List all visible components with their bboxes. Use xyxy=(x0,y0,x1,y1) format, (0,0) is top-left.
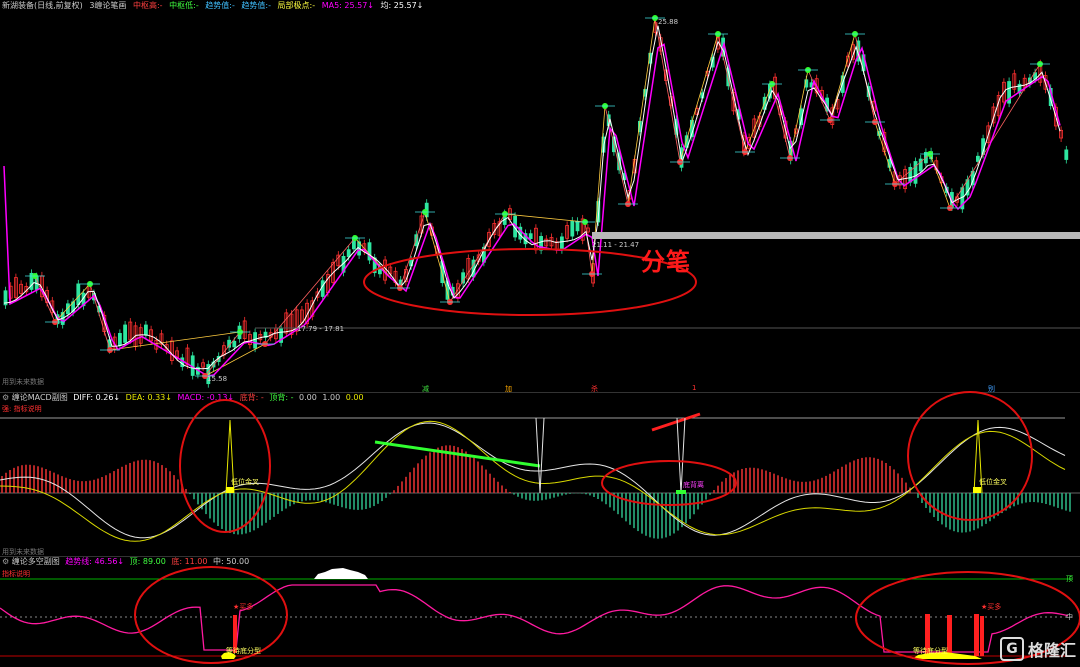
ls-v1: 趋势线: 46.56↓ xyxy=(65,557,125,566)
zigzag-segment xyxy=(949,63,1041,209)
ls-sub: 指标说明 xyxy=(2,570,30,578)
ls-future-note: 用到未来数据 xyxy=(2,548,44,556)
zigzag-segment xyxy=(89,283,111,351)
candle-body xyxy=(976,155,980,162)
zigzag-lines xyxy=(34,17,1041,377)
legend-item-4: 趋势值:- xyxy=(241,1,271,10)
legend-ma: MA5: 25.57↓ xyxy=(321,1,374,10)
divergence-line xyxy=(374,440,541,468)
legend-item-2: 中枢低:- xyxy=(169,1,199,10)
legend-last: 均: 25.57↓ xyxy=(380,1,424,10)
candle-body xyxy=(913,161,918,184)
candle-body xyxy=(232,340,237,348)
ls-buy-right: ★买多 xyxy=(981,603,1002,611)
price-low-label: 15.58 xyxy=(207,375,228,383)
legend-item-5: 局部极点:- xyxy=(277,1,316,10)
legend-item-3: 趋势值:- xyxy=(205,1,235,10)
zigzag-segment xyxy=(504,213,586,223)
ls-bottom-left: 等待底分型 xyxy=(226,647,261,655)
zigzag-segment xyxy=(929,153,951,209)
macd-dea: DEA: 0.33↓ xyxy=(125,393,172,402)
pivot-markers xyxy=(25,15,1050,379)
dea-line xyxy=(0,420,1066,542)
cross-marker-left xyxy=(226,487,234,493)
macd-ellipse-left xyxy=(179,399,271,533)
price-high-label: 25.88 xyxy=(658,18,679,26)
spike-mid xyxy=(535,417,545,494)
macd-label-mid: 底背离 xyxy=(683,481,704,489)
ls-v3: 底: 11.00 xyxy=(171,557,208,566)
candle-body xyxy=(1064,149,1069,160)
ls-gear-icon[interactable]: ⚙ xyxy=(2,557,9,566)
macd-item4: 底背: - xyxy=(239,393,264,402)
candle-body xyxy=(253,332,258,349)
ls-line xyxy=(0,584,1069,653)
indicator-name[interactable]: 3缠论笔画 xyxy=(89,1,126,10)
watermark-text: 格隆汇 xyxy=(1028,641,1077,660)
ma-line xyxy=(3,41,1061,377)
price-chart[interactable] xyxy=(0,0,1080,392)
macd-bars xyxy=(1,445,1071,539)
macd-sub: 强: 指标说明 xyxy=(2,405,42,413)
ls-axis-mid: 中 xyxy=(1066,613,1073,621)
zigzag-segment xyxy=(204,331,241,377)
annotation-text: 分笔 xyxy=(641,248,691,276)
macd-item7: 1.00 xyxy=(322,393,341,402)
ls-v4: 中: 50.00 xyxy=(213,557,250,566)
candle-body xyxy=(570,220,575,237)
range-bar xyxy=(592,232,1080,239)
candle-body xyxy=(528,233,533,239)
ls-red-bar-5 xyxy=(980,616,984,656)
ls-red-bar-4 xyxy=(974,614,979,656)
range-label-1: 21.11 - 21.47 xyxy=(592,241,640,249)
top-legend: 新湖装备(日线,前复权) 3缠论笔画 中枢高:- 中枢低:- 趋势值:- 趋势值… xyxy=(2,1,423,11)
white-line xyxy=(3,25,1061,370)
cross-marker-right xyxy=(973,487,981,493)
zigzag-segment xyxy=(874,121,896,185)
macd-ellipse-right xyxy=(907,391,1033,521)
ls-axis-top: 顶 xyxy=(1066,575,1073,583)
macd-diff: DIFF: 0.26↓ xyxy=(73,393,121,402)
diff-line xyxy=(0,422,1066,539)
zigzag-segment xyxy=(627,17,656,205)
stock-name: 新湖装备(日线,前复权) xyxy=(2,1,83,10)
macd-item5: 顶背: - xyxy=(269,393,294,402)
legend-item-1: 中枢高:- xyxy=(132,1,163,10)
macd-label-right: 低位金叉 xyxy=(979,478,1007,486)
macd-future-note: 用到未来数据 xyxy=(2,378,44,386)
ls-buy-left: ★买多 xyxy=(233,603,254,611)
macd-title[interactable]: 缠论MACD副图 xyxy=(12,393,68,402)
zigzag-segment xyxy=(679,33,719,163)
macd-value: MACD: -0.13↓ xyxy=(177,393,235,402)
candle-body xyxy=(346,249,351,258)
zigzag-segment xyxy=(654,17,681,163)
watermark: G 格隆汇 xyxy=(1000,636,1076,662)
candle-body xyxy=(320,280,325,297)
candles-group xyxy=(3,18,1069,388)
candle-body xyxy=(123,324,127,343)
macd-label-left: 低位金叉 xyxy=(231,478,259,486)
ls-v2: 顶: 89.00 xyxy=(129,557,166,566)
candle-body xyxy=(560,236,564,251)
candle-body xyxy=(118,333,122,346)
macd-item8: 0.00 xyxy=(345,393,364,402)
ls-ellipse-left xyxy=(134,566,288,664)
ls-title[interactable]: 缠论多空副图 xyxy=(12,557,60,566)
macd-gear-icon[interactable]: ⚙ xyxy=(2,393,9,402)
macd-item6: 0.00 xyxy=(299,393,317,402)
divergence-line-red xyxy=(651,412,701,432)
zigzag-segment xyxy=(584,221,593,275)
candle-body xyxy=(575,220,580,232)
candle-body xyxy=(143,324,148,336)
candle-body xyxy=(76,283,81,306)
range-label-2: 17.79 - 17.81 xyxy=(297,325,345,333)
macd-legend: ⚙ 缠论MACD副图 DIFF: 0.26↓ DEA: 0.33↓ MACD: … xyxy=(2,393,364,403)
cross-marker-mid xyxy=(676,490,686,494)
macd-ellipse-mid xyxy=(601,460,737,506)
ls-bottom-right: 等待底分型 xyxy=(913,647,948,655)
ls-top-hump xyxy=(314,568,368,579)
marker-1: 1 xyxy=(692,384,697,392)
watermark-logo-icon: G xyxy=(1000,637,1024,661)
ls-legend: ⚙ 缠论多空副图 趋势线: 46.56↓ 顶: 89.00 底: 11.00 中… xyxy=(2,557,249,567)
